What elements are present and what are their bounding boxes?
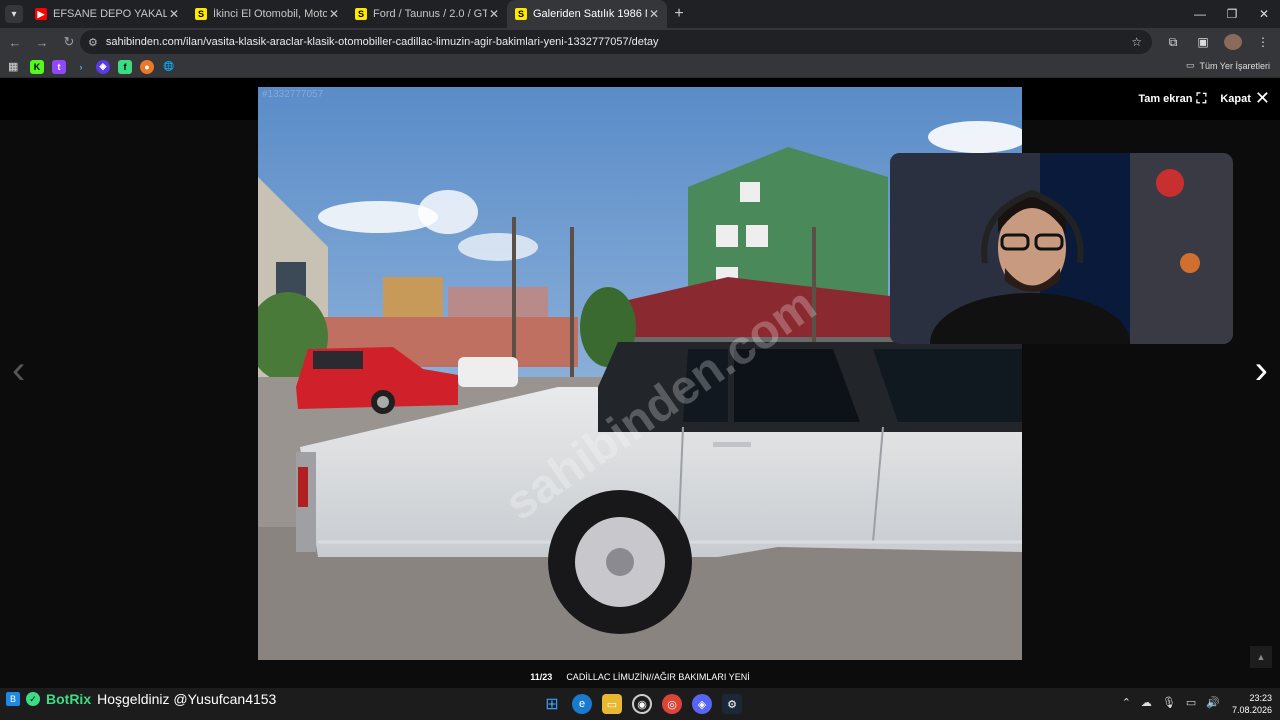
tab-4-active[interactable]: S Galeriden Satılık 1986 Model K ✕: [507, 0, 667, 28]
folder-icon: ▭: [1185, 60, 1195, 70]
screen-share-icon[interactable]: ▣: [1194, 35, 1212, 49]
sahibinden-icon: S: [195, 8, 207, 20]
bookmark-icon[interactable]: ◈: [96, 59, 110, 74]
twitch-icon[interactable]: t: [52, 59, 66, 74]
taskbar-apps: ⊞ e ▭ ◉ ◎ ◈ ⚙: [542, 694, 742, 714]
profile-avatar[interactable]: [1224, 34, 1242, 50]
fullscreen-button[interactable]: Tam ekran ⛶: [1138, 90, 1206, 107]
tab-title: Galeriden Satılık 1986 Model K: [533, 8, 647, 20]
steam-icon[interactable]: ⚙: [722, 694, 742, 714]
tab-title: İkinci El Otomobil, Motosiklet N: [213, 8, 327, 20]
botrix-logo-icon: B: [6, 692, 20, 706]
all-bookmarks[interactable]: ▭ Tüm Yer İşaretleri: [1186, 60, 1270, 71]
youtube-icon: ▶: [35, 8, 47, 20]
system-tray: ⌃ ☁ 🎙 ▭ 🔊: [1122, 696, 1220, 709]
close-tab-icon[interactable]: ✕: [487, 7, 501, 21]
tab-strip: ▾ ▶ EFSANE DEPO YAKALADIK / STI ✕ S İkin…: [0, 0, 1280, 28]
windows-start-icon[interactable]: ⊞: [542, 694, 562, 714]
forward-icon[interactable]: →: [30, 30, 54, 54]
tab-2[interactable]: S İkinci El Otomobil, Motosiklet N ✕: [187, 0, 347, 28]
bookmark-icon[interactable]: ●: [140, 59, 154, 74]
site-info-icon[interactable]: ⚙: [88, 36, 98, 49]
back-icon[interactable]: ←: [3, 30, 27, 54]
bookmark-star-icon[interactable]: ☆: [1131, 35, 1142, 49]
previous-photo-icon[interactable]: ‹: [12, 348, 25, 393]
sahibinden-icon: S: [355, 8, 367, 20]
chevron-up-icon[interactable]: ⌃: [1122, 696, 1131, 709]
address-bar[interactable]: ⚙ sahibinden.com/ilan/vasita-klasik-arac…: [80, 30, 1152, 54]
windows-taskbar: B ✓ BotRix Hoşgeldiniz @Yusufcan4153 ⊞ e…: [0, 688, 1280, 720]
scroll-top-icon[interactable]: ▲: [1250, 646, 1272, 668]
minimize-icon[interactable]: —: [1184, 0, 1216, 28]
all-bookmarks-label: Tüm Yer İşaretleri: [1199, 60, 1270, 71]
tab-title: Ford / Taunus / 2.0 / GTS / REST: [373, 8, 487, 20]
lightbox-controls: Tam ekran ⛶ Kapat ✕: [1138, 88, 1270, 109]
photo-counter: 11/23: [530, 672, 553, 682]
bot-message: Hoşgeldiniz @Yusufcan4153: [97, 691, 277, 707]
close-window-icon[interactable]: ✕: [1248, 0, 1280, 28]
system-clock[interactable]: 23:23 7.08.2026: [1232, 692, 1272, 716]
browser-toolbar: ← → ↻ ⚙ sahibinden.com/ilan/vasita-klasi…: [0, 28, 1280, 56]
chat-alert: B ✓ BotRix Hoşgeldiniz @Yusufcan4153: [6, 691, 276, 707]
bot-name: BotRix: [46, 691, 92, 707]
webcam-overlay: [890, 153, 1233, 344]
apps-icon[interactable]: ▦: [8, 60, 22, 73]
fullscreen-label: Tam ekran: [1138, 92, 1193, 105]
tab-1[interactable]: ▶ EFSANE DEPO YAKALADIK / STI ✕: [27, 0, 187, 28]
next-photo-icon[interactable]: ›: [1255, 348, 1268, 393]
edge-icon[interactable]: e: [572, 694, 592, 714]
window-controls: — ❐ ✕: [1184, 0, 1280, 28]
network-cloud-icon[interactable]: ☁: [1141, 696, 1152, 709]
restore-icon[interactable]: ❐: [1216, 0, 1248, 28]
close-tab-icon[interactable]: ✕: [167, 7, 181, 21]
webcam-illustration: [890, 153, 1233, 344]
menu-icon[interactable]: ⋮: [1254, 35, 1272, 49]
url-text: sahibinden.com/ilan/vasita-klasik-aracla…: [105, 36, 659, 48]
close-tab-icon[interactable]: ✕: [327, 7, 341, 21]
photo-id: #1332777057: [262, 89, 324, 100]
discord-icon[interactable]: ◈: [692, 694, 712, 714]
sahibinden-icon: S: [515, 8, 527, 20]
clock-date: 7.08.2026: [1231, 705, 1272, 715]
fullscreen-icon: ⛶: [1196, 90, 1207, 106]
tab-search-button[interactable]: ▾: [5, 5, 23, 23]
close-icon: ✕: [1254, 88, 1270, 108]
globe-icon[interactable]: 🌐: [162, 60, 176, 74]
kick-icon[interactable]: K: [30, 59, 44, 74]
photo-caption: CADİLLAC LİMUZİN//AĞIR BAKIMLARI YENİ: [566, 672, 750, 682]
chrome-icon[interactable]: ◎: [662, 694, 682, 714]
photo-caption-bar: 11/23 CADİLLAC LİMUZİN//AĞIR BAKIMLARI Y…: [0, 666, 1280, 688]
close-label: Kapat: [1220, 92, 1251, 105]
toolbar-actions: ⧉ ▣ ⋮: [1164, 28, 1272, 56]
tab-3[interactable]: S Ford / Taunus / 2.0 / GTS / REST ✕: [347, 0, 507, 28]
prime-icon[interactable]: ›: [74, 60, 88, 74]
file-explorer-icon[interactable]: ▭: [602, 694, 622, 714]
reload-icon[interactable]: ↻: [57, 30, 81, 54]
volume-icon[interactable]: 🔊: [1206, 696, 1220, 709]
tab-title: EFSANE DEPO YAKALADIK / STI: [53, 8, 167, 20]
new-tab-button[interactable]: +: [667, 5, 691, 23]
obs-icon[interactable]: ◉: [632, 694, 652, 714]
close-tab-icon[interactable]: ✕: [647, 7, 661, 21]
verified-icon: ✓: [26, 692, 40, 706]
extensions-icon[interactable]: ⧉: [1164, 35, 1182, 50]
display-icon[interactable]: ▭: [1186, 696, 1196, 709]
bookmark-icon[interactable]: f: [118, 59, 132, 74]
close-button[interactable]: Kapat ✕: [1220, 88, 1270, 109]
clock-time: 23:23: [1249, 693, 1272, 703]
bookmarks-bar: ▦ K t › ◈ f ● 🌐 ▭ Tüm Yer İşaretleri: [0, 56, 1280, 78]
microphone-icon[interactable]: 🎙: [1162, 696, 1176, 709]
